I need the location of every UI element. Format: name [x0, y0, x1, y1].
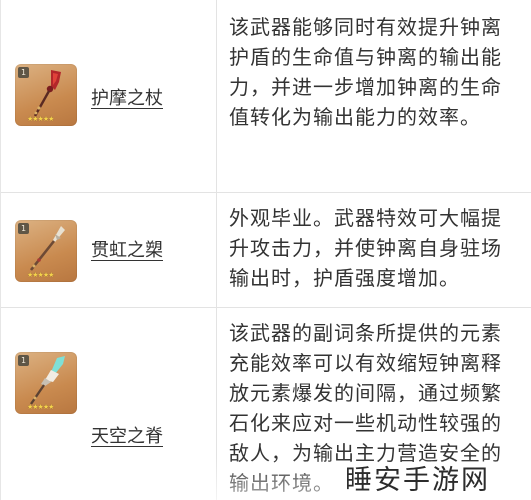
weapon-row: 1 ★★★★★ 护摩之杖 该武器能够同时有效提升钟离护盾的生命值与钟离的输出能力… — [1, 0, 531, 193]
weapon-description: 该武器能够同时有效提升钟离护盾的生命值与钟离的输出能力，并进一步增加钟离的生命值… — [229, 15, 502, 129]
weapon-icon-card: 1 ★★★★★ — [15, 64, 77, 126]
weapon-name[interactable]: 贯虹之槊 — [91, 236, 163, 262]
weapon-description: 外观毕业。武器特效可大幅提升攻击力，并使钟离自身驻场输出时，护盾强度增加。 — [229, 206, 502, 290]
weapon-name[interactable]: 天空之脊 — [91, 422, 163, 448]
weapon-table: 1 ★★★★★ 护摩之杖 该武器能够同时有效提升钟离护盾的生命值与钟离的输出能力… — [0, 0, 531, 500]
rarity-stars: ★★★★★ — [27, 115, 54, 123]
weapon-icon-card: 1 ★★★★★ — [15, 352, 77, 414]
weapon-icon-card: 1 ★★★★★ — [15, 220, 77, 282]
watermark-text: 睡安手游网 — [345, 465, 490, 496]
rarity-stars: ★★★★★ — [27, 271, 54, 279]
weapon-row: 1 ★★★★★ 贯虹之槊 外观毕业。武器特效可大幅提升攻击力，并使钟离自身驻场输… — [1, 193, 531, 308]
weapon-name[interactable]: 护摩之杖 — [91, 84, 163, 110]
rarity-stars: ★★★★★ — [27, 403, 54, 411]
